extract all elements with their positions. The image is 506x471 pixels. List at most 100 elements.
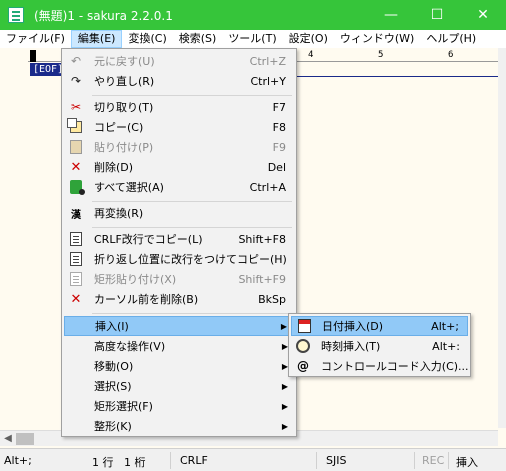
minimize-button[interactable]: — bbox=[368, 0, 414, 30]
menu-item-insert-date[interactable]: 日付挿入(D) Alt+; bbox=[291, 316, 468, 336]
menu-item-reconvert[interactable]: 漢 再変換(R) bbox=[64, 203, 294, 223]
menu-item-label: 矩形選択(F) bbox=[94, 400, 153, 413]
status-separator bbox=[170, 452, 171, 469]
vertical-scrollbar[interactable] bbox=[498, 48, 506, 428]
window-controls: — ☐ ✕ bbox=[368, 0, 506, 30]
status-bar: Alt+; 1 行 1 桁 CRLF SJIS REC 挿入 bbox=[0, 448, 506, 471]
status-mode[interactable]: 挿入 bbox=[456, 454, 478, 470]
menu-item-select[interactable]: 選択(S) ▶ bbox=[64, 376, 294, 396]
status-encoding[interactable]: SJIS bbox=[326, 454, 346, 467]
menu-separator bbox=[92, 95, 292, 96]
status-newline[interactable]: CRLF bbox=[180, 454, 208, 467]
status-separator bbox=[316, 452, 317, 469]
menu-convert[interactable]: 変換(C) bbox=[122, 30, 172, 48]
text-cursor bbox=[30, 50, 36, 62]
maximize-button[interactable]: ☐ bbox=[414, 0, 460, 30]
submenu-arrow-icon: ▶ bbox=[281, 421, 288, 431]
undo-icon: ↶ bbox=[70, 54, 82, 68]
menu-item-paste[interactable]: 貼り付け(P) F9 bbox=[64, 137, 294, 157]
menu-item-delete[interactable]: ✕ 削除(D) Del bbox=[64, 157, 294, 177]
menu-item-move[interactable]: 移動(O) ▶ bbox=[64, 356, 294, 376]
menu-window[interactable]: ウィンドウ(W) bbox=[334, 30, 420, 48]
scroll-thumb[interactable] bbox=[16, 433, 34, 445]
menu-item-format[interactable]: 整形(K) ▶ bbox=[64, 416, 294, 436]
menu-item-advanced[interactable]: 高度な操作(V) ▶ bbox=[64, 336, 294, 356]
app-icon[interactable] bbox=[8, 7, 24, 23]
menu-item-shortcut: Ctrl+Y bbox=[250, 74, 286, 88]
edit-menu-dropdown: ↶ 元に戻す(U) Ctrl+Z ↷ やり直し(R) Ctrl+Y ✂ 切り取り… bbox=[61, 48, 297, 437]
menu-item-label: 移動(O) bbox=[94, 360, 134, 373]
menu-item-label: 高度な操作(V) bbox=[94, 340, 166, 353]
menu-item-label: 元に戻す(U) bbox=[94, 55, 155, 68]
close-button[interactable]: ✕ bbox=[460, 0, 506, 30]
menu-item-label: 時刻挿入(T) bbox=[321, 340, 381, 353]
status-rec: REC bbox=[422, 454, 445, 467]
insert-submenu: 日付挿入(D) Alt+; 時刻挿入(T) Alt+: @ コントロールコード入… bbox=[288, 313, 471, 377]
reconvert-icon: 漢 bbox=[71, 209, 81, 221]
menu-item-insert-time[interactable]: 時刻挿入(T) Alt+: bbox=[291, 336, 468, 356]
copy-icon bbox=[67, 118, 84, 135]
menu-item-shortcut: Alt+; bbox=[431, 319, 459, 333]
menu-item-label: 削除(D) bbox=[94, 161, 134, 174]
menu-item-copy[interactable]: コピー(C) F8 bbox=[64, 117, 294, 137]
menu-item-shortcut: Shift+F8 bbox=[238, 232, 286, 246]
menu-item-paste-box[interactable]: 矩形貼り付け(X) Shift+F9 bbox=[64, 269, 294, 289]
menu-item-redo[interactable]: ↷ やり直し(R) Ctrl+Y bbox=[64, 71, 294, 91]
paste-box-icon bbox=[68, 271, 84, 287]
control-code-icon: @ bbox=[297, 359, 309, 373]
scroll-left-icon[interactable]: ◀ bbox=[0, 431, 16, 447]
status-line: 1 行 bbox=[92, 456, 114, 469]
menu-item-shortcut: F8 bbox=[272, 120, 286, 134]
menu-item-label: 貼り付け(P) bbox=[94, 141, 154, 154]
menu-item-label: 矩形貼り付け(X) bbox=[94, 273, 177, 286]
menu-item-shortcut: F9 bbox=[272, 140, 286, 154]
line-number-gutter[interactable] bbox=[0, 48, 28, 428]
menu-item-insert[interactable]: 挿入(I) ▶ bbox=[64, 316, 294, 336]
menu-bar: ファイル(F) 編集(E) 変換(C) 検索(S) ツール(T) 設定(O) ウ… bbox=[0, 30, 506, 48]
menu-settings[interactable]: 設定(O) bbox=[283, 30, 334, 48]
menu-tools[interactable]: ツール(T) bbox=[222, 30, 282, 48]
menu-item-box-select[interactable]: 矩形選択(F) ▶ bbox=[64, 396, 294, 416]
menu-help[interactable]: ヘルプ(H) bbox=[420, 30, 482, 48]
ruler-mark-6: 6 bbox=[448, 50, 454, 60]
menu-item-copy-with-wrap[interactable]: 折り返し位置に改行をつけてコピー(H) bbox=[64, 249, 294, 269]
menu-item-shortcut: Alt+: bbox=[432, 339, 460, 353]
menu-item-shortcut: BkSp bbox=[258, 292, 286, 306]
title-bar: (無題)1 - sakura 2.2.0.1 — ☐ ✕ bbox=[0, 0, 506, 30]
menu-item-label: 折り返し位置に改行をつけてコピー(H) bbox=[94, 253, 287, 266]
menu-file[interactable]: ファイル(F) bbox=[0, 30, 71, 48]
submenu-arrow-icon: ▶ bbox=[281, 401, 288, 411]
menu-item-copy-crlf[interactable]: CRLF改行でコピー(L) Shift+F8 bbox=[64, 229, 294, 249]
status-column: 1 桁 bbox=[124, 456, 146, 469]
submenu-arrow-icon: ▶ bbox=[281, 381, 288, 391]
menu-item-shortcut: F7 bbox=[272, 100, 286, 114]
delete-back-icon: ✕ bbox=[70, 291, 82, 307]
menu-item-shortcut: Ctrl+Z bbox=[249, 54, 286, 68]
menu-item-delete-back[interactable]: ✕ カーソル前を削除(B) BkSp bbox=[64, 289, 294, 309]
menu-item-cut[interactable]: ✂ 切り取り(T) F7 bbox=[64, 97, 294, 117]
menu-search[interactable]: 検索(S) bbox=[173, 30, 223, 48]
menu-item-label: 切り取り(T) bbox=[94, 101, 154, 114]
ruler-mark-5: 5 bbox=[378, 50, 384, 60]
scissors-icon: ✂ bbox=[70, 100, 82, 114]
window-title: (無題)1 - sakura 2.2.0.1 bbox=[34, 8, 173, 23]
status-shortcut-hint: Alt+; bbox=[4, 454, 32, 467]
ruler-mark-4: 4 bbox=[308, 50, 314, 60]
clock-icon bbox=[295, 338, 311, 354]
paste-icon bbox=[68, 139, 84, 155]
menu-item-select-all[interactable]: すべて選択(A) Ctrl+A bbox=[64, 177, 294, 197]
menu-item-control-code[interactable]: @ コントロールコード入力(C)... bbox=[291, 356, 469, 376]
menu-item-label: やり直し(R) bbox=[94, 75, 155, 88]
status-separator bbox=[414, 452, 415, 469]
menu-item-undo[interactable]: ↶ 元に戻す(U) Ctrl+Z bbox=[64, 51, 294, 71]
menu-item-shortcut: Shift+F9 bbox=[238, 272, 286, 286]
calendar-icon bbox=[296, 318, 312, 334]
copy-crlf-icon bbox=[68, 231, 84, 247]
menu-edit[interactable]: 編集(E) bbox=[70, 30, 123, 48]
menu-separator bbox=[92, 201, 292, 202]
menu-separator bbox=[92, 227, 292, 228]
menu-item-label: カーソル前を削除(B) bbox=[94, 293, 199, 306]
menu-item-label: コピー(C) bbox=[94, 121, 144, 134]
menu-item-label: コントロールコード入力(C)... bbox=[321, 360, 469, 373]
menu-item-label: 選択(S) bbox=[94, 380, 132, 393]
